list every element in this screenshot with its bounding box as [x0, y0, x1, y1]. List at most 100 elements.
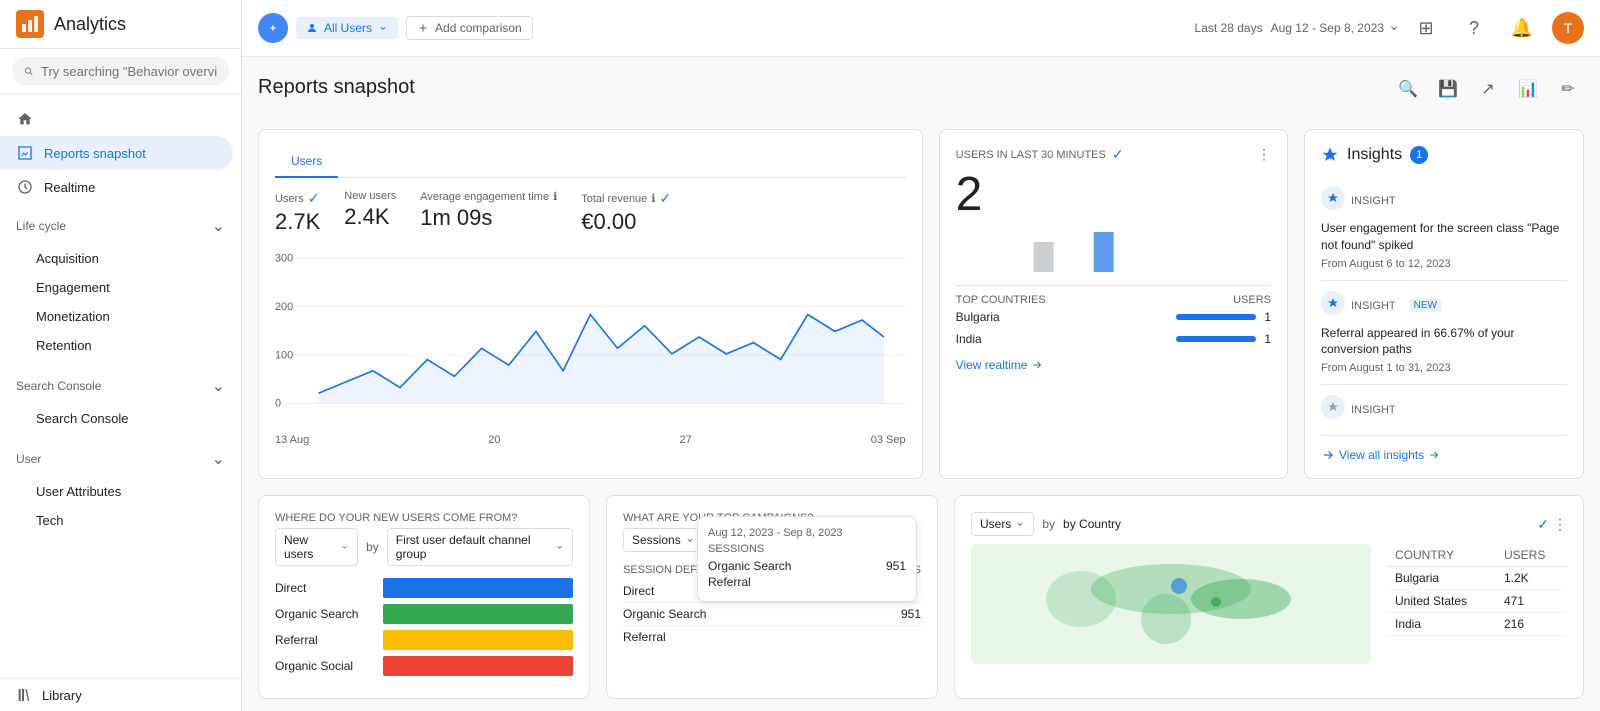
sidebar-item-realtime[interactable]: Realtime — [0, 170, 233, 204]
channel-select[interactable]: First user default channel group — [387, 528, 573, 566]
bar-fill-direct — [383, 578, 573, 598]
metric-engagement-value: 1m 09s — [420, 205, 557, 231]
view-all-insights-link[interactable]: View all insights — [1321, 448, 1567, 462]
sidebar-item-engagement[interactable]: Engagement — [0, 273, 241, 302]
home-icon — [16, 110, 34, 128]
realtime-icon — [16, 178, 34, 196]
engagement-info-icon: ℹ — [553, 190, 557, 203]
date-range-value[interactable]: Aug 12 - Sep 8, 2023 — [1271, 21, 1400, 35]
users-country-select[interactable]: Users — [971, 512, 1034, 536]
bar-referral: Referral — [275, 630, 573, 650]
channel-chevron — [555, 542, 564, 552]
insight-type-1: INSIGHT — [1351, 300, 1396, 312]
user-section-header[interactable]: User ⌄ — [0, 441, 241, 477]
sidebar-item-acquisition[interactable]: Acquisition — [0, 244, 241, 273]
metric-revenue-label: Total revenue ℹ ✓ — [581, 190, 671, 207]
realtime-value: 2 — [956, 171, 1271, 219]
users-select-chevron — [1015, 519, 1025, 529]
topbar-allusers-badge[interactable]: All Users — [296, 17, 398, 39]
add-comparison-btn[interactable]: Add comparison — [406, 16, 533, 40]
new-users-select[interactable]: New users — [275, 528, 358, 566]
acquisition-controls: New users by First user default channel … — [275, 528, 573, 566]
bar-label-referral: Referral — [275, 633, 375, 647]
chart-label-4: 03 Sep — [871, 434, 906, 446]
new-badge-1: NEW — [1410, 299, 1441, 312]
searchconsole-header[interactable]: Search Console ⌄ — [0, 368, 241, 404]
searchconsole-sub-label: Search Console — [36, 411, 129, 426]
sidebar-item-monetization[interactable]: Monetization — [0, 302, 241, 331]
tab-users[interactable]: Users — [275, 146, 338, 178]
progress-1 — [1176, 336, 1256, 342]
user-avatar[interactable]: T — [1552, 12, 1584, 44]
map-svg — [971, 544, 1371, 664]
metric-users: Users ✓ 2.7K — [275, 190, 320, 235]
country-name-1: India — [956, 332, 982, 346]
allusers-icon — [306, 22, 318, 34]
search-input[interactable] — [41, 64, 217, 79]
insight-star-1 — [1327, 297, 1339, 309]
insights-card: Insights 1 INSIGHT User engagement for t… — [1304, 129, 1584, 479]
sidebar-nav: Reports snapshot Realtime Life cycle ⌄ A… — [0, 94, 241, 678]
by-label: by — [366, 540, 379, 554]
sidebar-item-home[interactable] — [0, 102, 233, 136]
tooltip-organic: Organic Search 951 — [708, 559, 906, 573]
apps-btn[interactable]: ⊞ — [1408, 10, 1444, 46]
content-area: Reports snapshot 🔍 💾 ↗ 📊 ✏ Users User — [242, 57, 1600, 711]
country-header: Users by by Country ✓ ⋮ — [971, 512, 1567, 536]
bar-label-direct: Direct — [275, 581, 375, 595]
chart-label-1: 13 Aug — [275, 434, 309, 446]
help-btn[interactable]: ? — [1456, 10, 1492, 46]
engagement-label: Engagement — [36, 280, 110, 295]
searchconsole-header-label: Search Console — [16, 379, 101, 393]
chart-svg: 300 200 100 0 — [275, 247, 906, 427]
realtime-more[interactable]: ⋮ — [1257, 146, 1271, 163]
acquisition-bars: Direct Organic Search Referral Organic S… — [275, 578, 573, 676]
country-card: Users by by Country ✓ ⋮ — [954, 495, 1584, 699]
sidebar-item-tech[interactable]: Tech — [0, 506, 241, 535]
country-row-0: Bulgaria 1 — [956, 306, 1271, 328]
search-toolbar-btn[interactable]: 🔍 — [1392, 73, 1424, 105]
library-label: Library — [42, 688, 82, 703]
country-more[interactable]: ⋮ — [1553, 516, 1567, 533]
country-actions: ✓ ⋮ — [1537, 516, 1567, 533]
notifications-btn[interactable]: 🔔 — [1504, 10, 1540, 46]
save-toolbar-btn[interactable]: 💾 — [1432, 73, 1464, 105]
last-days-label: Last 28 days — [1195, 21, 1263, 35]
bar-label-social: Organic Social — [275, 659, 375, 673]
bar-social: Organic Social — [275, 656, 573, 676]
sidebar-library[interactable]: Library — [0, 678, 241, 711]
insight-type-0: INSIGHT — [1351, 195, 1396, 207]
insights-toolbar-btn[interactable]: 📊 — [1512, 73, 1544, 105]
campaign-name-1: Organic Search — [623, 607, 901, 621]
view-all-arrow — [1428, 449, 1440, 461]
search-box[interactable] — [12, 57, 229, 85]
lifecycle-header[interactable]: Life cycle ⌄ — [0, 208, 241, 244]
edit-toolbar-btn[interactable]: ✏ — [1552, 73, 1584, 105]
country-row-1: United States 471 — [1387, 590, 1567, 613]
sidebar-item-searchconsole[interactable]: Search Console — [0, 404, 241, 433]
sidebar-item-userattributes[interactable]: User Attributes — [0, 477, 241, 506]
country-map — [971, 544, 1371, 664]
sessions-select[interactable]: Sessions — [623, 528, 704, 552]
share-toolbar-btn[interactable]: ↗ — [1472, 73, 1504, 105]
retention-label: Retention — [36, 338, 92, 353]
metric-values: Users ✓ 2.7K New users 2.4K Average enga… — [275, 190, 906, 235]
insight-star-0 — [1327, 192, 1339, 204]
users-1: 471 — [1496, 590, 1567, 613]
insight-star-2 — [1327, 401, 1339, 413]
realtime-badge: USERS IN LAST 30 MINUTES — [956, 149, 1106, 161]
revenue-info-icon: ℹ — [651, 192, 655, 205]
main-content: All Users Add comparison Last 28 days Au… — [242, 0, 1600, 711]
svg-text:300: 300 — [275, 252, 293, 264]
sessions-chevron — [685, 535, 695, 545]
country-content: COUNTRY USERS Bulgaria 1.2K Un — [971, 544, 1567, 664]
country-row-2: India 216 — [1387, 613, 1567, 636]
insight-item-2: INSIGHT — [1321, 385, 1567, 436]
page-toolbar: 🔍 💾 ↗ 📊 ✏ — [1392, 73, 1584, 105]
sidebar-item-reports[interactable]: Reports snapshot — [0, 136, 233, 170]
view-realtime-link[interactable]: View realtime — [956, 358, 1271, 372]
country-1: United States — [1387, 590, 1496, 613]
nav-section-searchconsole: Search Console ⌄ Search Console — [0, 364, 241, 437]
sidebar-item-retention[interactable]: Retention — [0, 331, 241, 360]
insight-item-0: INSIGHT User engagement for the screen c… — [1321, 176, 1567, 281]
